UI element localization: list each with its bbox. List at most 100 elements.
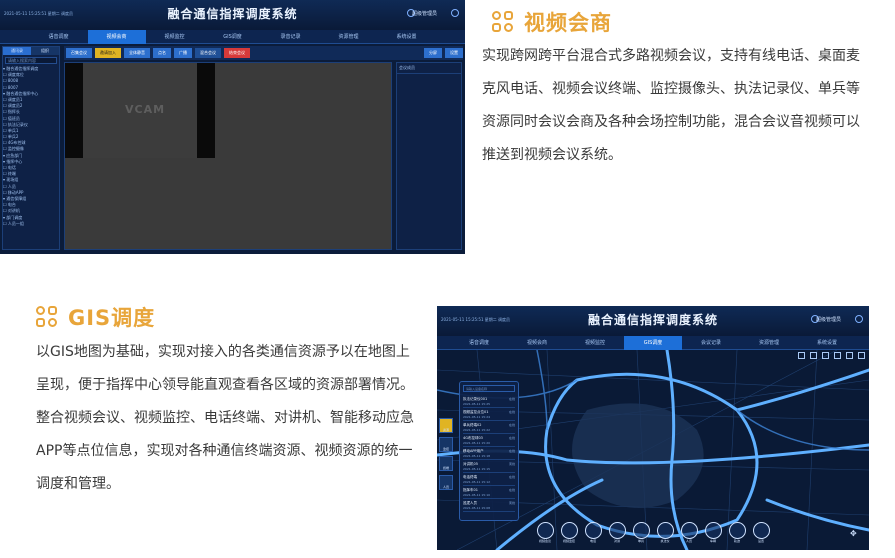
side-menu-button[interactable]: 终端 <box>439 456 453 471</box>
nav-tab[interactable]: 视频监控 <box>566 336 624 350</box>
meeting-control-button[interactable]: 召集会议 <box>66 48 92 58</box>
video-section-title: 视频会商 <box>524 11 612 35</box>
map-tool-icon <box>752 522 770 539</box>
side-menu-button[interactable]: 资源 <box>439 418 453 433</box>
device-status: 在线 <box>508 449 515 453</box>
device-list-item[interactable]: 执法记录仪001 2021-05-11 15:25 在线 <box>463 395 515 408</box>
user-name[interactable]: 超级管理员 <box>412 10 437 17</box>
fullscreen-icon[interactable] <box>834 352 841 359</box>
device-list-item[interactable]: 巡逻人员 2021-05-11 15:08 离线 <box>463 499 515 512</box>
map-tool-label: 轨迹 <box>733 539 740 543</box>
nav-tab[interactable]: 视频会商 <box>87 30 146 44</box>
tree-tab[interactable]: 组织 <box>31 47 59 55</box>
map-tool-icon <box>680 522 698 539</box>
map-tool-button[interactable]: 电话 <box>584 522 602 544</box>
device-time: 2021-05-11 15:10 <box>463 493 491 497</box>
nav-tab[interactable]: 语音调度 <box>450 336 508 350</box>
nav-tab[interactable]: 视频监控 <box>146 30 204 44</box>
map-tool-button[interactable]: 视频会议 <box>536 522 554 544</box>
map-tool-button[interactable]: 单兵 <box>632 522 650 544</box>
device-search-input[interactable]: 请输入设备名称 <box>463 385 515 392</box>
map-tool-icon <box>560 522 578 539</box>
contact-tree: ▾ 融合通信指挥调度 ☐ 调度席位 ☐ 8008 ☐ 8007 ▾ 融合通信指挥中… <box>3 66 59 227</box>
nav-tab[interactable]: 系统设置 <box>798 336 856 350</box>
device-status: 离线 <box>508 462 515 466</box>
meeting-control-button[interactable]: 邀请加入 <box>95 48 121 58</box>
device-time: 2021-05-11 15:12 <box>463 480 491 484</box>
device-list-item[interactable]: 移动APP用户 2021-05-11 15:18 在线 <box>463 447 515 460</box>
compass-icon[interactable]: ✥ <box>850 529 859 538</box>
map-tool-label: 设置 <box>757 539 764 543</box>
map-tool-button[interactable]: 执法仪 <box>656 522 674 544</box>
meeting-control-button[interactable]: 广播 <box>174 48 192 58</box>
map-tool-label: 电话 <box>589 539 596 543</box>
device-list-item[interactable]: 指挥车01 2021-05-11 15:10 在线 <box>463 486 515 499</box>
map-tool-label: 执法仪 <box>660 539 670 543</box>
video-grid: VCAM <box>64 62 392 250</box>
map-tool-button[interactable]: 车辆 <box>704 522 722 544</box>
device-status: 在线 <box>508 423 515 427</box>
resource-side-menu: 资源 监控 终端 人员 <box>439 418 453 490</box>
nav-tab[interactable]: 资源管理 <box>740 336 798 350</box>
member-panel-title: 会议成员 <box>397 63 461 74</box>
map-tool-label: 车辆 <box>709 539 716 543</box>
map-tool-icon <box>608 522 626 539</box>
app-header: 2021-05-11 15:25:51 星期二 调度员 融合通信指挥调度系统 超… <box>0 0 465 30</box>
gis-section-title: GIS调度 <box>68 306 156 330</box>
device-time: 2021-05-11 15:25 <box>463 402 491 406</box>
header-datetime: 2021-05-11 15:25:51 星期二 调度员 <box>4 11 74 16</box>
meeting-control-button[interactable]: 结束会议 <box>224 48 250 58</box>
map-tool-icon <box>704 522 722 539</box>
tree-tab[interactable]: 通讯录 <box>3 47 31 55</box>
map-tool-button[interactable]: 视频监控 <box>560 522 578 544</box>
nav-tab[interactable]: GIS调度 <box>624 336 682 350</box>
nav-tab[interactable]: 视频会商 <box>508 336 566 350</box>
side-menu-button[interactable]: 人员 <box>439 475 453 490</box>
measure-icon[interactable] <box>810 352 817 359</box>
settings-icon[interactable] <box>858 352 865 359</box>
device-list-item[interactable]: 对讲机05 2021-05-11 15:15 离线 <box>463 460 515 473</box>
tree-item[interactable]: ☐ 人员一组 <box>3 221 59 227</box>
nav-tab[interactable]: 录音记录 <box>262 30 320 44</box>
zoom-icon[interactable] <box>798 352 805 359</box>
grid-icon <box>36 306 58 328</box>
meeting-control-button[interactable]: 混合会议 <box>195 48 221 58</box>
device-list-item[interactable]: 单兵终端02 2021-05-11 15:22 在线 <box>463 421 515 434</box>
map-tool-label: 人员 <box>685 539 692 543</box>
nav-tab[interactable]: GIS调度 <box>204 30 262 44</box>
meeting-control-button[interactable]: 全体静音 <box>124 48 150 58</box>
device-list-item[interactable]: 电话终端 2021-05-11 15:12 在线 <box>463 473 515 486</box>
side-menu-button[interactable]: 监控 <box>439 437 453 452</box>
header-datetime: 2021-05-11 15:25:51 星期二 调度员 <box>441 317 511 322</box>
nav-tab[interactable]: 会议记录 <box>682 336 740 350</box>
layer-icon[interactable] <box>822 352 829 359</box>
map-tool-button[interactable]: 设置 <box>752 522 770 544</box>
map-tool-button[interactable]: 轨迹 <box>728 522 746 544</box>
device-list-panel: 请输入设备名称 执法记录仪001 2021-05-11 15:25 在线 视频监控点位… <box>459 381 519 521</box>
meeting-control-button[interactable]: 点名 <box>153 48 171 58</box>
nav-tab[interactable]: 资源管理 <box>320 30 378 44</box>
device-status: 离线 <box>508 501 515 505</box>
layout-button[interactable]: 设置 <box>445 48 463 58</box>
user-name[interactable]: 超级管理员 <box>816 316 841 323</box>
video-section-header: 视频会商 <box>492 7 612 37</box>
device-time: 2021-05-11 15:22 <box>463 428 491 432</box>
tree-search-input[interactable]: 请输入搜索内容 <box>5 57 57 64</box>
device-time: 2021-05-11 15:24 <box>463 415 491 419</box>
contact-tree-panel: 通讯录 组织 请输入搜索内容 ▾ 融合通信指挥调度 ☐ 调度席位 ☐ 8008 ☐… <box>2 46 60 250</box>
map-tool-button[interactable]: 人员 <box>680 522 698 544</box>
video-label: VCAM <box>125 103 166 116</box>
layout-button[interactable]: 分屏 <box>424 48 442 58</box>
nav-tab[interactable]: 系统设置 <box>378 30 436 44</box>
refresh-icon[interactable] <box>846 352 853 359</box>
device-list-item[interactable]: 视频监控点位01 2021-05-11 15:24 在线 <box>463 408 515 421</box>
device-list-item[interactable]: 4G布控球03 2021-05-11 15:20 在线 <box>463 434 515 447</box>
member-panel: 会议成员 <box>396 62 462 250</box>
app-title: 融合通信指挥调度系统 <box>587 313 719 327</box>
map-tool-icon <box>632 522 650 539</box>
nav-tab[interactable]: 语音调度 <box>30 30 88 44</box>
power-icon[interactable] <box>451 9 459 17</box>
power-icon[interactable] <box>855 315 863 323</box>
map-tool-button[interactable]: 对讲 <box>608 522 626 544</box>
device-status: 在线 <box>508 436 515 440</box>
